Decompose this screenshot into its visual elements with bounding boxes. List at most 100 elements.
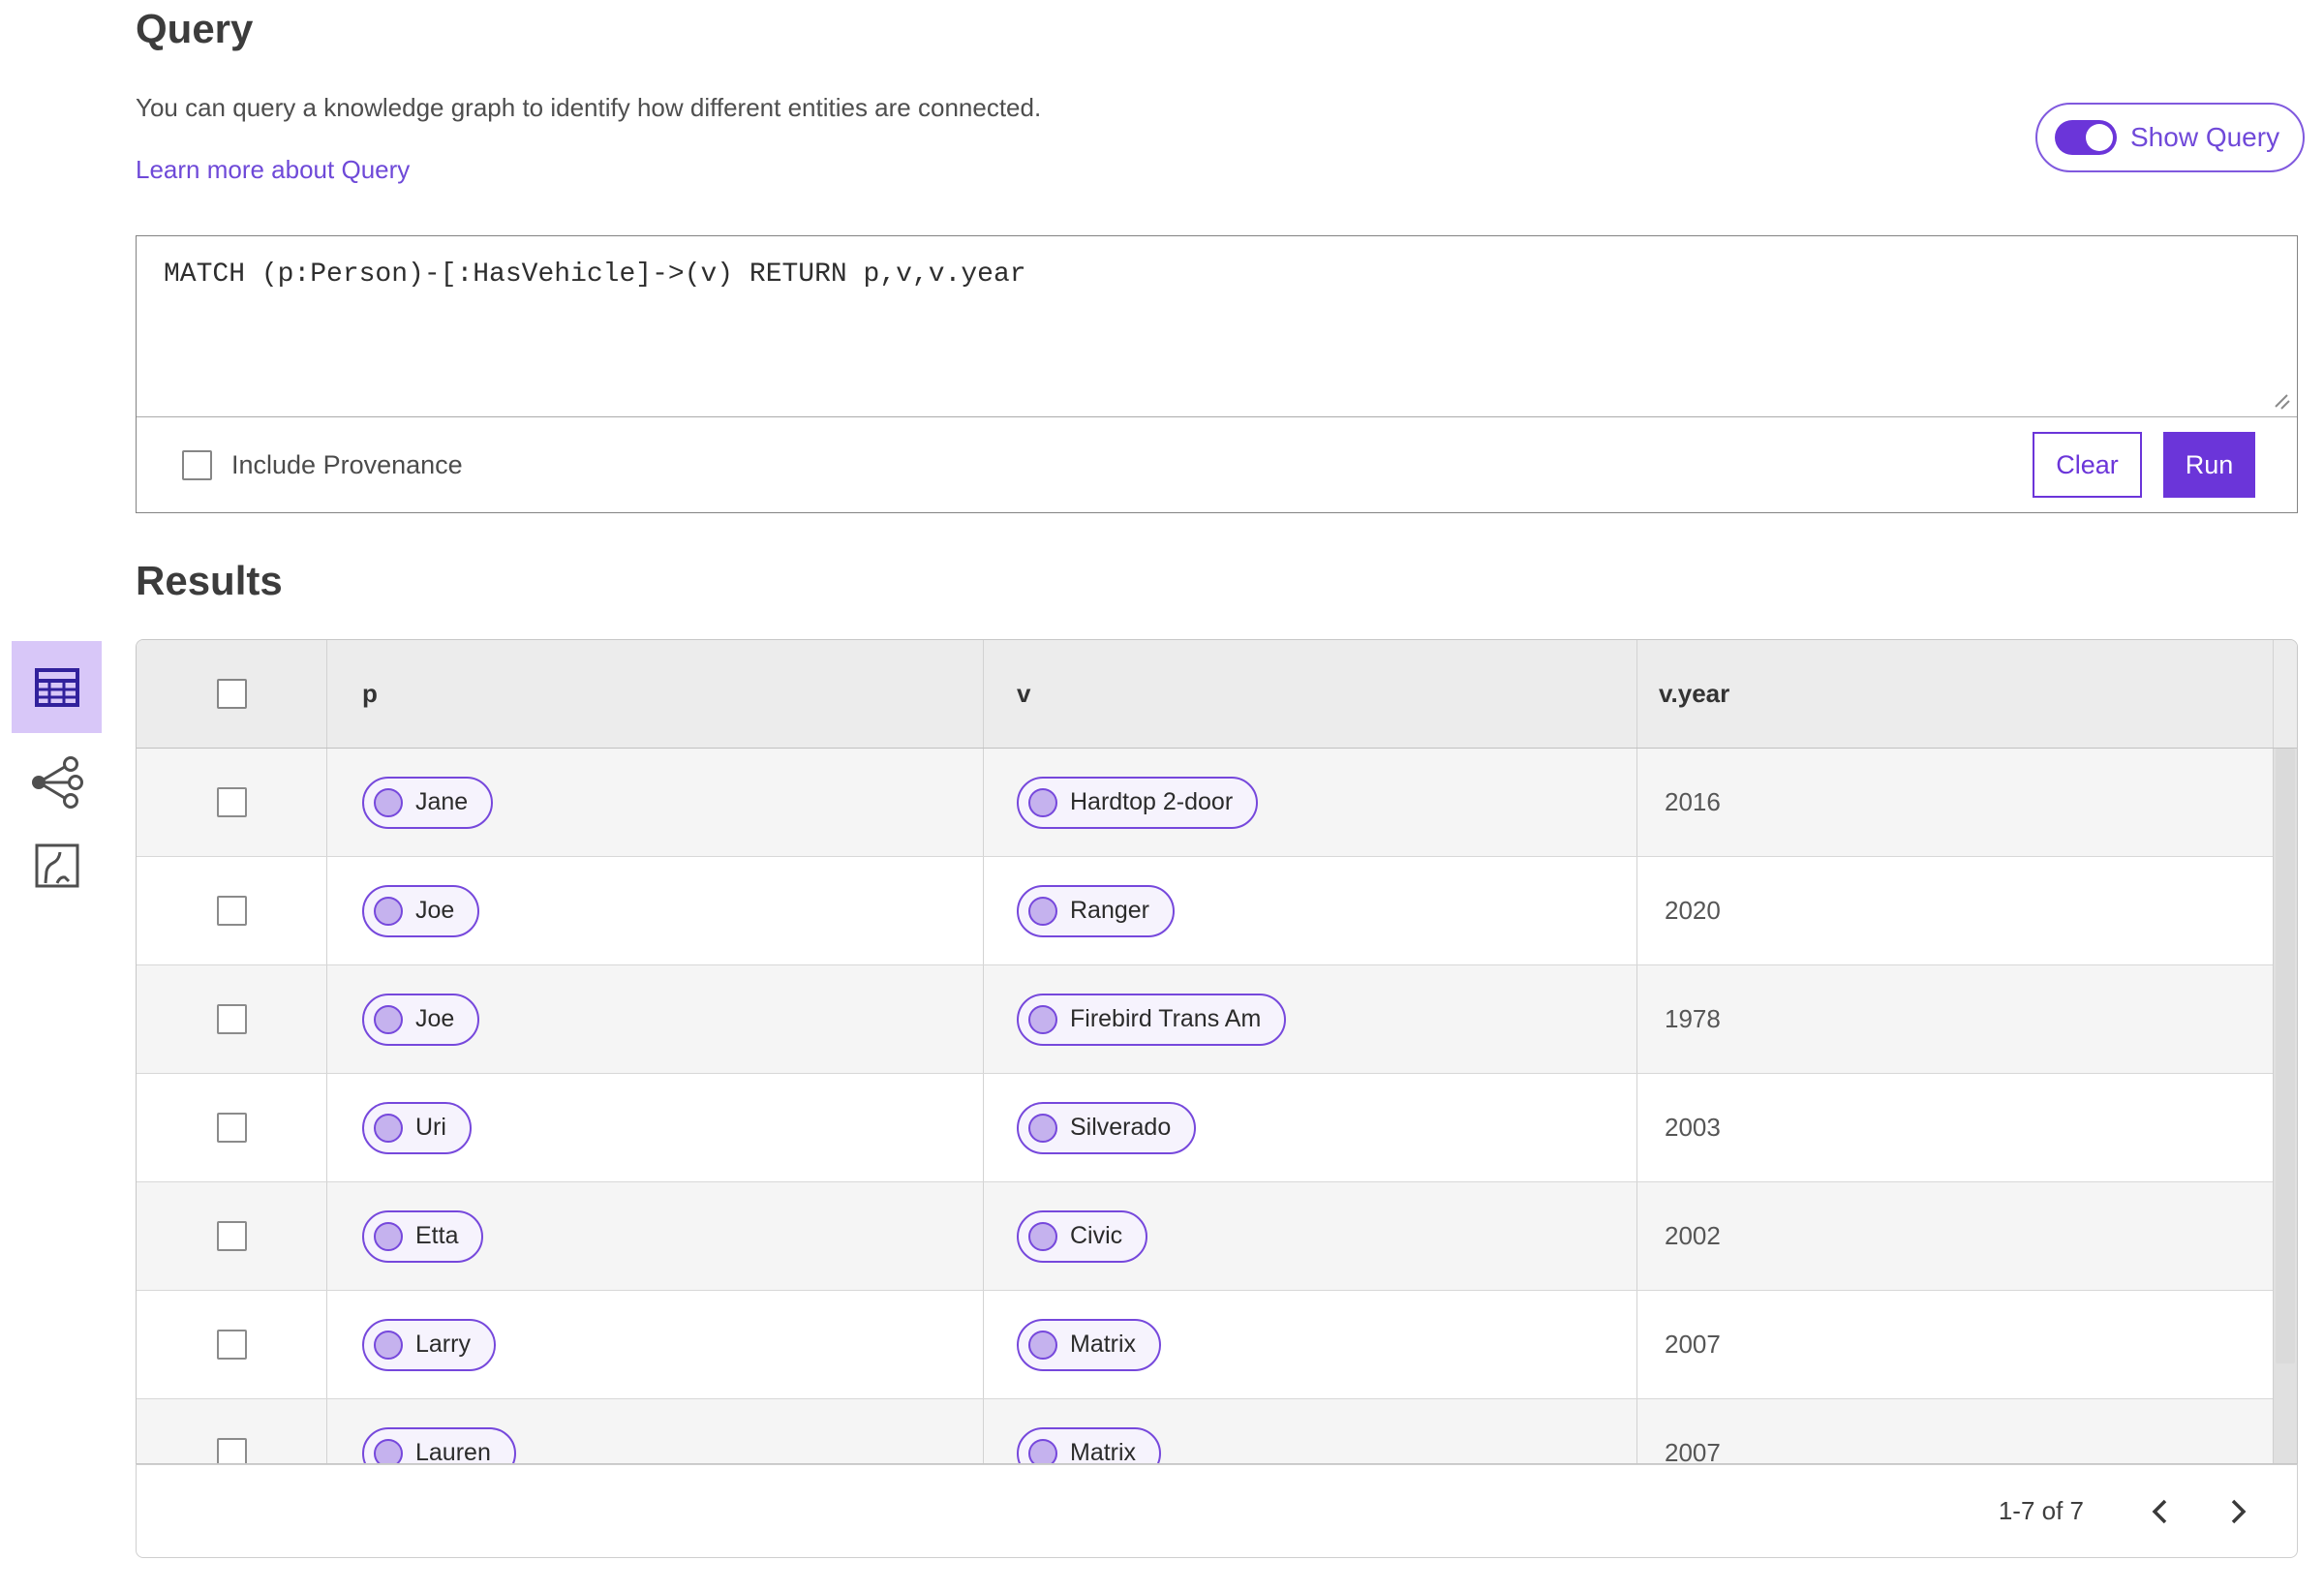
provenance-row: Include Provenance (137, 417, 2297, 512)
pagination-range: 1-7 of 7 (1998, 1496, 2084, 1525)
entity-pill[interactable]: Hardtop 2-door (1017, 776, 1259, 829)
table-row: Etta Civic 2002 (137, 1182, 2297, 1291)
year-value: 2003 (1665, 1113, 1721, 1142)
table-row: Lauren Matrix 2007 (137, 1399, 2297, 1464)
table-row: Joe Ranger 2020 (137, 857, 2297, 965)
row-cell-p: Lauren (327, 1399, 984, 1464)
scrollbar-header-gap (2273, 640, 2297, 748)
query-input[interactable]: MATCH (p:Person)-[:HasVehicle]->(v) RETU… (164, 260, 2258, 290)
run-button[interactable]: Run (2163, 432, 2255, 498)
row-checkbox[interactable] (216, 1221, 247, 1251)
map-icon (35, 843, 78, 888)
row-checkbox-cell (137, 857, 327, 964)
node-dot-icon (1028, 1113, 1057, 1143)
entity-pill[interactable]: Ranger (1017, 884, 1175, 937)
row-checkbox[interactable] (216, 787, 247, 817)
entity-pill[interactable]: Joe (362, 884, 480, 937)
entity-pill-label: Larry (415, 1331, 471, 1358)
year-value: 1978 (1665, 1004, 1721, 1033)
chevron-left-icon (2152, 1499, 2167, 1523)
row-checkbox-cell (137, 1182, 327, 1290)
year-value: 2007 (1665, 1330, 1721, 1359)
row-cell-vyear: 2003 (1637, 1074, 2297, 1181)
year-value: 2007 (1665, 1438, 1721, 1464)
entity-pill-label: Lauren (415, 1439, 491, 1464)
header-col-v[interactable]: v (984, 640, 1637, 748)
year-value: 2020 (1665, 896, 1721, 925)
show-query-toggle[interactable]: Show Query (2035, 103, 2306, 172)
entity-pill-label: Joe (415, 897, 455, 924)
table-row: Joe Firebird Trans Am 1978 (137, 965, 2297, 1074)
entity-pill[interactable]: Matrix (1017, 1318, 1162, 1371)
node-dot-icon (1028, 896, 1057, 926)
show-query-label: Show Query (2130, 122, 2280, 152)
row-checkbox[interactable] (216, 1004, 247, 1034)
table-row: Larry Matrix 2007 (137, 1291, 2297, 1399)
graph-view-button[interactable] (12, 748, 102, 817)
row-cell-vyear: 2007 (1637, 1399, 2297, 1464)
clear-button[interactable]: Clear (2033, 432, 2142, 498)
entity-pill[interactable]: Matrix (1017, 1426, 1162, 1463)
node-dot-icon (374, 1330, 403, 1360)
entity-pill[interactable]: Etta (362, 1209, 484, 1263)
header-label-v: v (1017, 679, 1031, 708)
entity-pill[interactable]: Silverado (1017, 1101, 1197, 1154)
page-description: You can query a knowledge graph to ident… (136, 93, 1042, 122)
entity-pill[interactable]: Joe (362, 993, 480, 1046)
row-checkbox-cell (137, 1074, 327, 1181)
row-checkbox[interactable] (216, 1113, 247, 1143)
results-table: p v v.year Jane Hardtop 2-door 2016 Joe … (136, 639, 2298, 1464)
node-dot-icon (374, 787, 403, 817)
row-cell-vyear: 2016 (1637, 749, 2297, 856)
entity-pill[interactable]: Lauren (362, 1426, 516, 1464)
map-view-button[interactable] (12, 831, 102, 901)
row-cell-v: Silverado (984, 1074, 1637, 1181)
row-cell-v: Hardtop 2-door (984, 749, 1637, 856)
row-cell-vyear: 2007 (1637, 1291, 2297, 1398)
year-value: 2002 (1665, 1221, 1721, 1250)
entity-pill[interactable]: Larry (362, 1318, 496, 1371)
row-cell-p: Jane (327, 749, 984, 856)
graph-icon (31, 756, 83, 809)
row-checkbox-cell (137, 965, 327, 1073)
table-row: Jane Hardtop 2-door 2016 (137, 749, 2297, 857)
row-checkbox[interactable] (216, 1438, 247, 1463)
query-editor: MATCH (p:Person)-[:HasVehicle]->(v) RETU… (136, 235, 2298, 513)
row-checkbox-cell (137, 1399, 327, 1463)
toggle-switch-icon[interactable] (2055, 120, 2117, 155)
entity-pill[interactable]: Firebird Trans Am (1017, 993, 1287, 1046)
row-cell-p: Uri (327, 1074, 984, 1181)
table-body: Jane Hardtop 2-door 2016 Joe Ranger 2020… (137, 749, 2297, 1464)
row-cell-v: Matrix (984, 1399, 1637, 1463)
entity-pill[interactable]: Jane (362, 776, 494, 829)
entity-pill-label: Civic (1070, 1222, 1123, 1249)
next-page-button[interactable] (2210, 1483, 2268, 1541)
node-dot-icon (374, 896, 403, 926)
include-provenance-checkbox[interactable] (182, 449, 212, 480)
entity-pill[interactable]: Civic (1017, 1209, 1148, 1263)
year-value: 2016 (1665, 787, 1721, 816)
row-cell-v: Civic (984, 1182, 1637, 1290)
header-checkbox-cell (137, 640, 327, 748)
table-view-button[interactable] (12, 641, 102, 733)
select-all-checkbox[interactable] (216, 679, 247, 709)
row-cell-v: Matrix (984, 1291, 1637, 1398)
previous-page-button[interactable] (2130, 1483, 2188, 1541)
resize-handle-icon[interactable] (2266, 385, 2291, 411)
include-provenance-label: Include Provenance (231, 449, 463, 479)
node-dot-icon (1028, 1438, 1057, 1463)
node-dot-icon (374, 1113, 403, 1143)
table-row: Uri Silverado 2003 (137, 1074, 2297, 1182)
row-checkbox[interactable] (216, 896, 247, 926)
row-cell-v: Firebird Trans Am (984, 965, 1637, 1073)
entity-pill-label: Firebird Trans Am (1070, 1005, 1262, 1032)
entity-pill-label: Hardtop 2-door (1070, 788, 1234, 815)
row-checkbox[interactable] (216, 1330, 247, 1360)
entity-pill[interactable]: Uri (362, 1101, 472, 1154)
header-col-vyear[interactable]: v.year (1637, 640, 2273, 748)
table-header-row: p v v.year (137, 640, 2297, 749)
header-col-p[interactable]: p (327, 640, 984, 748)
row-checkbox-cell (137, 1291, 327, 1398)
learn-more-link[interactable]: Learn more about Query (136, 155, 410, 185)
vertical-scrollbar[interactable] (2273, 749, 2297, 1463)
